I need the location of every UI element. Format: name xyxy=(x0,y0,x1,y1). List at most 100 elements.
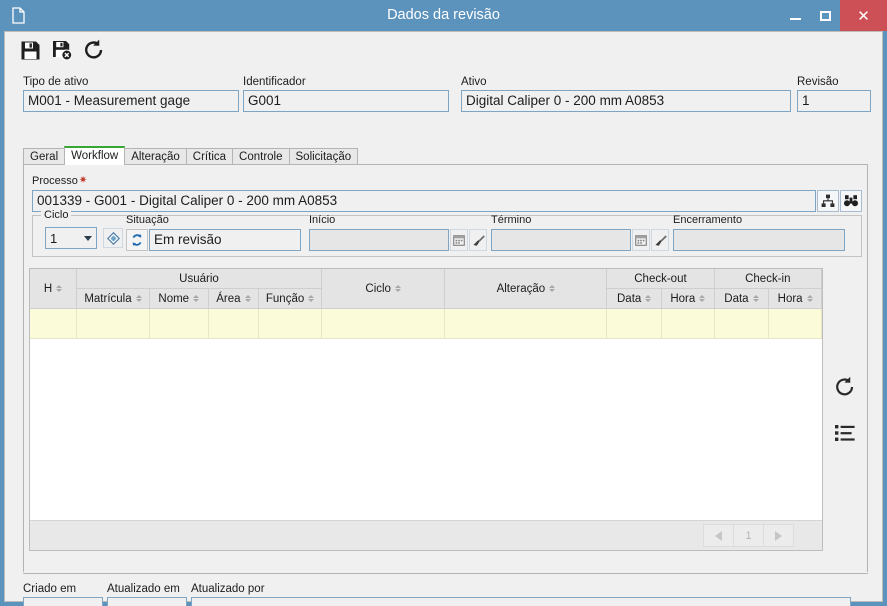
filter-cell-alteracao[interactable] xyxy=(444,308,608,339)
col-checkout-data[interactable]: Data xyxy=(606,288,662,309)
field-atualizado-em: Atualizado em xyxy=(107,583,187,606)
maximize-button[interactable] xyxy=(810,0,840,31)
col-checkin-data[interactable]: Data xyxy=(714,288,770,309)
termino-label: Término xyxy=(491,214,532,226)
tipo-ativo-input[interactable]: M001 - Measurement gage xyxy=(23,90,239,112)
tab-geral[interactable]: Geral xyxy=(23,148,66,165)
pager-prev-button[interactable] xyxy=(703,524,734,547)
filter-cell-checkin-hora[interactable] xyxy=(768,308,822,339)
filter-cell-checkout-hora[interactable] xyxy=(661,308,715,339)
col-area-label: Área xyxy=(216,292,241,305)
encerramento-input[interactable] xyxy=(673,229,845,251)
filter-cell-checkin-data[interactable] xyxy=(714,308,770,339)
colgroup-checkin: Check-in xyxy=(714,269,822,289)
maximize-icon xyxy=(819,10,831,21)
tab-solicitacao[interactable]: Solicitação xyxy=(288,148,359,165)
brush-clear-icon xyxy=(654,234,667,246)
colgroup-usuario-label: Usuário xyxy=(179,272,219,285)
tab-workflow[interactable]: Workflow xyxy=(64,146,126,165)
termino-input[interactable] xyxy=(491,229,631,251)
revisao-label: Revisão xyxy=(797,76,839,88)
ciclo-select-value: 1 xyxy=(50,230,58,246)
filter-cell-funcao[interactable] xyxy=(258,308,322,339)
inicio-input[interactable] xyxy=(309,229,449,251)
col-h[interactable]: H xyxy=(30,269,78,309)
field-encerramento: Encerramento xyxy=(673,210,845,251)
filter-cell-nome[interactable] xyxy=(149,308,209,339)
sort-icon xyxy=(193,295,200,302)
revisao-input[interactable]: 1 xyxy=(797,90,871,112)
required-marker-icon: ✷ xyxy=(78,175,88,186)
situacao-input[interactable]: Em revisão xyxy=(149,229,301,251)
atualizado-por-input[interactable] xyxy=(191,597,851,606)
criado-em-input[interactable] xyxy=(23,597,103,606)
ciclo-refresh-button[interactable] xyxy=(103,228,123,248)
pager-next-button[interactable] xyxy=(763,524,794,547)
grid-refresh-button[interactable] xyxy=(832,374,858,400)
refresh-icon xyxy=(836,376,854,395)
filter-cell-area[interactable] xyxy=(208,308,260,339)
colgroup-checkin-label: Check-in xyxy=(745,272,791,285)
pager-page-indicator[interactable]: 1 xyxy=(733,524,764,547)
field-revisao: Revisão 1 xyxy=(797,76,871,112)
diamond-refresh-icon xyxy=(106,231,120,245)
minimize-button[interactable] xyxy=(780,0,810,31)
col-ciclo[interactable]: Ciclo xyxy=(321,269,446,309)
list-details-icon xyxy=(835,424,855,441)
colgroup-checkout: Check-out xyxy=(606,269,715,289)
search-button[interactable] xyxy=(840,190,862,212)
floppy-disk-close-icon xyxy=(52,40,72,61)
termino-clear-button[interactable] xyxy=(651,229,669,251)
processo-input[interactable]: 001339 - G001 - Digital Caliper 0 - 200 … xyxy=(32,190,816,212)
col-checkout-hora[interactable]: Hora xyxy=(661,288,715,309)
window-title: Dados da revisão xyxy=(387,7,500,23)
save-close-button[interactable] xyxy=(47,35,77,65)
grid-empty-area xyxy=(30,338,822,535)
binoculars-icon xyxy=(844,195,858,207)
filter-cell-checkout-data[interactable] xyxy=(606,308,662,339)
colgroup-usuario: Usuário xyxy=(76,269,322,289)
tab-critica[interactable]: Crítica xyxy=(185,148,234,165)
tab-alteracao[interactable]: Alteração xyxy=(124,148,187,165)
col-funcao-label: Função xyxy=(265,292,305,305)
atualizado-em-input[interactable] xyxy=(107,597,187,606)
termino-calendar-button[interactable] xyxy=(632,229,650,251)
header-fields: Tipo de ativo M001 - Measurement gage Id… xyxy=(5,76,882,118)
situacao-status-icon xyxy=(126,229,148,251)
col-alteracao[interactable]: Alteração xyxy=(444,269,608,309)
field-inicio: Início xyxy=(309,210,487,251)
tab-controle[interactable]: Controle xyxy=(232,148,290,165)
ciclo-select[interactable]: 1 xyxy=(45,227,97,249)
field-atualizado-por: Atualizado por xyxy=(191,583,851,606)
inicio-clear-button[interactable] xyxy=(469,229,487,251)
ativo-input[interactable]: Digital Caliper 0 - 200 mm A0853 xyxy=(461,90,791,112)
filter-cell-h[interactable] xyxy=(30,308,78,339)
col-matricula[interactable]: Matrícula xyxy=(76,288,150,309)
filter-cell-ciclo[interactable] xyxy=(321,308,446,339)
col-nome[interactable]: Nome xyxy=(149,288,209,309)
tipo-ativo-label: Tipo de ativo xyxy=(23,76,89,88)
ativo-label: Ativo xyxy=(461,76,487,88)
filter-cell-matricula[interactable] xyxy=(76,308,150,339)
inicio-calendar-button[interactable] xyxy=(450,229,468,251)
situacao-label: Situação xyxy=(126,214,169,226)
encerramento-label: Encerramento xyxy=(673,214,743,226)
refresh-button[interactable] xyxy=(79,35,109,65)
grid-details-button[interactable] xyxy=(832,420,858,446)
sort-icon xyxy=(244,295,251,302)
colgroup-checkout-label: Check-out xyxy=(634,272,687,285)
grid-filter-row[interactable] xyxy=(30,308,822,339)
col-checkin-hora[interactable]: Hora xyxy=(768,288,822,309)
hierarchy-button[interactable] xyxy=(817,190,839,212)
hierarchy-icon xyxy=(821,194,835,207)
grid-side-actions xyxy=(830,268,860,551)
field-identificador: Identificador G001 xyxy=(243,76,449,112)
identificador-input[interactable]: G001 xyxy=(243,90,449,112)
close-button[interactable]: ✕ xyxy=(840,0,887,31)
save-button[interactable] xyxy=(15,35,45,65)
sort-icon xyxy=(308,295,315,302)
document-icon xyxy=(5,3,31,29)
col-area[interactable]: Área xyxy=(208,288,260,309)
col-funcao[interactable]: Função xyxy=(258,288,322,309)
sort-icon xyxy=(645,295,652,302)
